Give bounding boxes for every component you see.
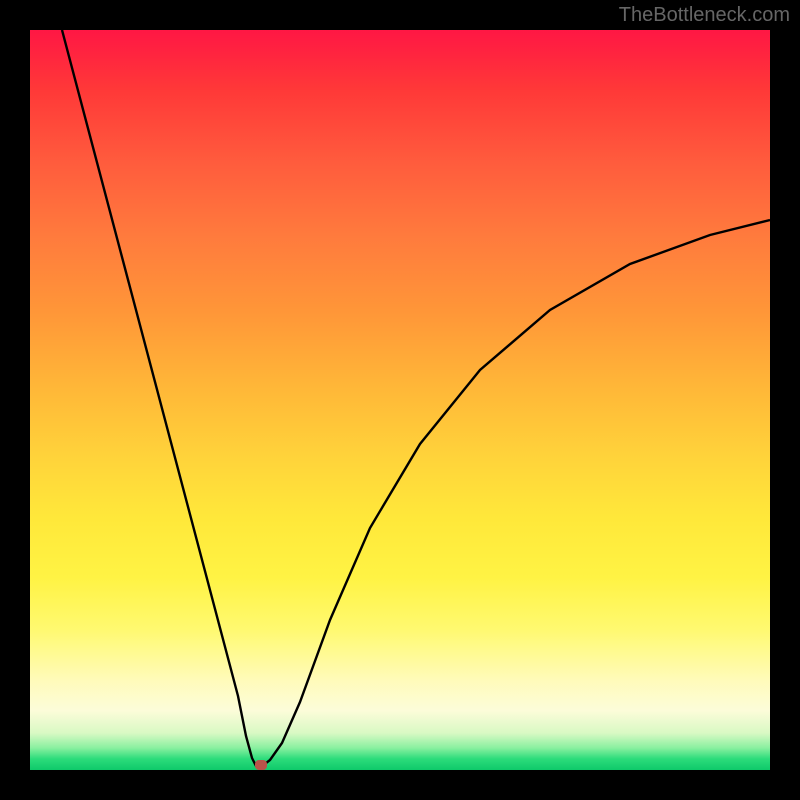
curve-svg — [30, 30, 770, 770]
watermark-text: TheBottleneck.com — [619, 4, 790, 27]
minimum-marker — [255, 760, 267, 770]
bottleneck-curve-path — [62, 30, 770, 767]
plot-area — [30, 30, 770, 770]
